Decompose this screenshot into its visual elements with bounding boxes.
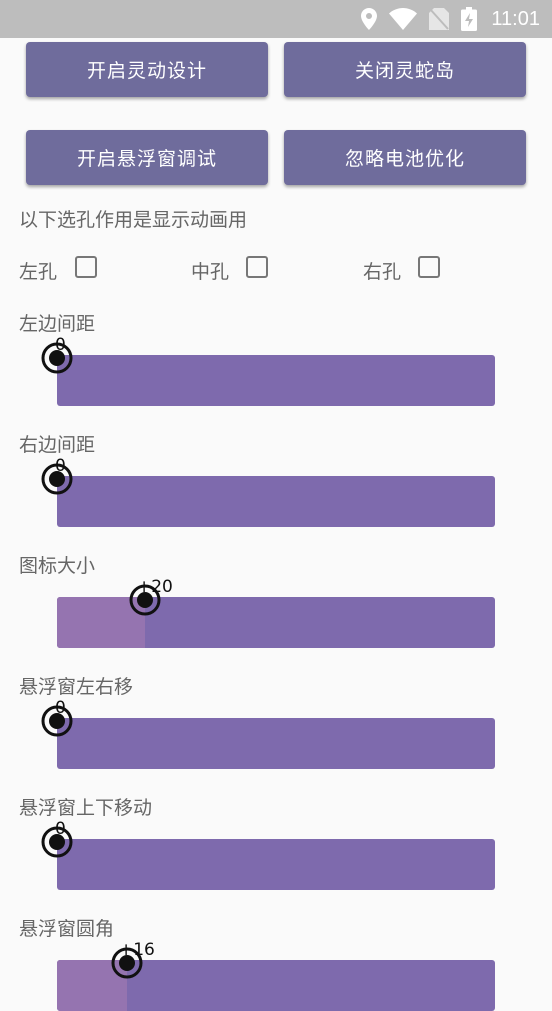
float-vertical-slider-thumb[interactable]: 0 (39, 819, 75, 860)
status-icons: 11:01 (361, 6, 540, 32)
slider-value-label: 0 (55, 456, 66, 476)
left-margin-label: 左边间距 (19, 313, 96, 335)
slider-value-label: 0 (55, 698, 66, 718)
right-margin-slider-track[interactable] (57, 476, 495, 527)
status-bar: 11:01 (0, 0, 552, 38)
clock-time: 11:01 (491, 7, 540, 30)
left-margin-slider-thumb[interactable]: 0 (39, 335, 75, 376)
icon-size-slider-thumb[interactable]: +20 (127, 577, 172, 618)
icon-size-label: 图标大小 (19, 555, 96, 577)
slider-value-label: 0 (55, 819, 66, 839)
middle-hole-checkbox[interactable] (246, 256, 268, 278)
right-hole-checkbox[interactable] (418, 256, 440, 278)
middle-hole-label: 中孔 (191, 261, 230, 283)
right-margin-label: 右边间距 (19, 434, 96, 456)
icon-size-slider-track[interactable] (57, 597, 495, 648)
left-margin-slider-track[interactable] (57, 355, 495, 406)
wifi-icon (389, 8, 418, 30)
float-horizontal-slider-thumb[interactable]: 0 (39, 698, 75, 739)
slider-thumb-knob: 0 (41, 698, 73, 737)
float-corner-radius-label: 悬浮窗圆角 (19, 918, 115, 940)
ignore-battery-optimization-button[interactable]: 忽略电池优化 (284, 130, 526, 185)
slider-thumb-knob: 0 (41, 456, 73, 495)
slider-thumb-knob: +20 (129, 577, 172, 616)
float-corner-radius-slider-thumb[interactable]: +16 (109, 940, 155, 981)
float-vertical-label: 悬浮窗上下移动 (19, 797, 153, 819)
right-margin-slider-thumb[interactable]: 0 (39, 456, 75, 497)
slider-thumb-knob: 0 (41, 335, 73, 374)
left-hole-label: 左孔 (19, 261, 58, 283)
right-hole-label: 右孔 (363, 261, 402, 283)
left-hole-checkbox[interactable] (75, 256, 97, 278)
float-horizontal-slider-track[interactable] (57, 718, 495, 769)
location-icon (361, 8, 378, 30)
hole-select-note: 以下选孔作用是显示动画用 (19, 209, 248, 231)
enable-float-debug-button[interactable]: 开启悬浮窗调试 (26, 130, 268, 185)
slider-value-label: +16 (119, 940, 155, 960)
slider-thumb-knob: +16 (111, 940, 155, 979)
float-horizontal-label: 悬浮窗左右移 (19, 676, 134, 698)
slider-value-label: 0 (55, 335, 66, 355)
no-sim-icon (429, 8, 450, 30)
slider-value-label: +20 (137, 577, 173, 597)
enable-dynamic-button[interactable]: 开启灵动设计 (26, 42, 268, 97)
battery-charging-icon (461, 7, 478, 31)
slider-thumb-knob: 0 (41, 819, 73, 858)
float-vertical-slider-track[interactable] (57, 839, 495, 890)
close-snake-island-button[interactable]: 关闭灵蛇岛 (284, 42, 526, 97)
